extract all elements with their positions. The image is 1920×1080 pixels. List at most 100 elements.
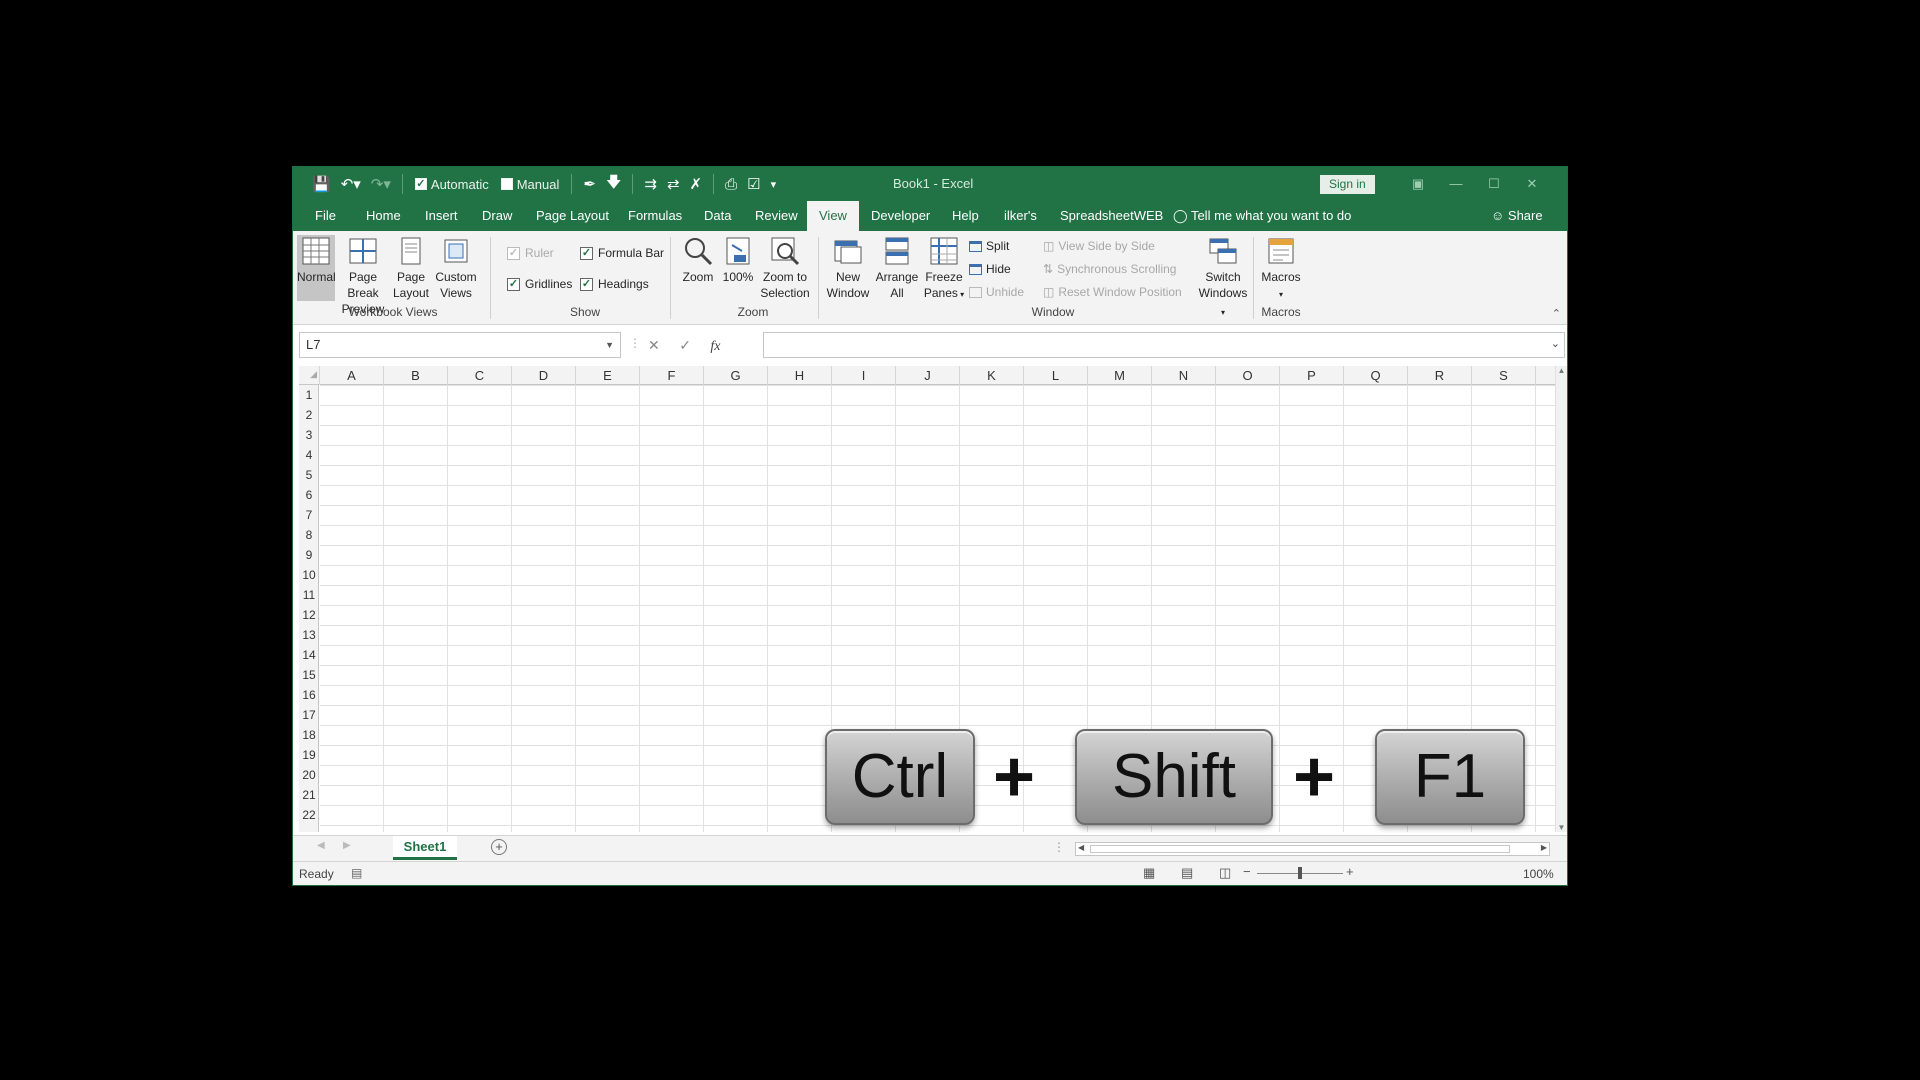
column-header[interactable]: Q <box>1344 366 1408 385</box>
zoom-to-selection-button[interactable]: Zoom to Selection <box>758 235 812 301</box>
column-header[interactable]: E <box>576 366 640 385</box>
column-header[interactable]: I <box>832 366 896 385</box>
row-header[interactable]: 13 <box>299 625 319 645</box>
column-header[interactable]: S <box>1472 366 1536 385</box>
ruler-checkbox[interactable]: ✓ Ruler <box>507 246 554 260</box>
brush-icon[interactable]: ✒ <box>578 167 601 201</box>
row-header[interactable]: 8 <box>299 525 319 545</box>
minimize-icon[interactable]: — <box>1441 167 1471 201</box>
name-box[interactable]: L7 ▼ <box>299 332 621 358</box>
check-icon[interactable]: ☑ <box>742 167 765 201</box>
row-header[interactable]: 19 <box>299 745 319 765</box>
column-header[interactable]: A <box>320 366 384 385</box>
row-header[interactable]: 5 <box>299 465 319 485</box>
tab-help[interactable]: Help <box>952 201 979 231</box>
macro-record-icon[interactable]: ▤ <box>351 866 362 880</box>
tell-me-search[interactable]: ◯ Tell me what you want to do <box>1173 201 1351 231</box>
row-header[interactable]: 11 <box>299 585 319 605</box>
ribbon-display-icon[interactable]: ▣ <box>1403 167 1433 201</box>
vertical-scrollbar[interactable]: ▲ ▼ <box>1555 366 1567 832</box>
add-sheet-icon[interactable]: + <box>491 839 507 855</box>
row-header[interactable]: 12 <box>299 605 319 625</box>
column-header[interactable]: N <box>1152 366 1216 385</box>
column-header[interactable]: J <box>896 366 960 385</box>
customize-qat-icon[interactable]: ▾ <box>766 167 782 201</box>
headings-checkbox[interactable]: ✓ Headings <box>580 277 649 291</box>
tab-file[interactable]: File <box>315 201 336 231</box>
print-preview-icon[interactable]: ⎙ <box>720 167 742 201</box>
zoom-out-icon[interactable]: − <box>1243 864 1251 879</box>
enter-icon[interactable]: ✓ <box>679 337 691 353</box>
tab-developer[interactable]: Developer <box>871 201 930 231</box>
tab-review[interactable]: Review <box>755 201 798 231</box>
tab-view[interactable]: View <box>807 201 859 231</box>
arrow-down-icon[interactable]: 🡇 <box>601 167 626 201</box>
row-header[interactable]: 17 <box>299 705 319 725</box>
page-layout-button[interactable]: Page Layout <box>391 235 431 301</box>
tab-page-layout[interactable]: Page Layout <box>536 201 609 231</box>
horizontal-scrollbar[interactable]: ◀ ▶ <box>1075 842 1550 856</box>
name-box-dropdown-icon[interactable]: ▼ <box>605 333 614 357</box>
scroll-up-icon[interactable]: ▲ <box>1556 366 1567 375</box>
column-header[interactable]: F <box>640 366 704 385</box>
sign-in-button[interactable]: Sign in <box>1320 175 1375 194</box>
save-icon[interactable]: 💾 <box>307 167 336 201</box>
row-header[interactable]: 3 <box>299 425 319 445</box>
hide-button[interactable]: Hide <box>969 262 1011 276</box>
trace-precedents-icon[interactable]: ⇉ <box>639 167 662 201</box>
horizontal-scroll-thumb[interactable] <box>1090 845 1510 853</box>
redo-icon[interactable]: ↷▾ <box>366 167 396 201</box>
zoom-slider-thumb[interactable] <box>1298 867 1302 879</box>
next-sheet-icon[interactable]: ▶ <box>343 840 351 851</box>
tab-ilkers[interactable]: ilker's <box>1004 201 1037 231</box>
tab-split-grip-icon[interactable]: ⋮ <box>1053 840 1065 854</box>
column-header[interactable]: H <box>768 366 832 385</box>
row-header[interactable]: 15 <box>299 665 319 685</box>
column-header[interactable]: C <box>448 366 512 385</box>
zoom-button[interactable]: Zoom <box>678 235 718 285</box>
trace-dependents-icon[interactable]: ⇄ <box>662 167 685 201</box>
prev-sheet-icon[interactable]: ◀ <box>317 840 325 851</box>
column-header[interactable]: R <box>1408 366 1472 385</box>
insert-function-button[interactable]: fx <box>710 339 720 354</box>
page-break-status-icon[interactable]: ◫ <box>1219 865 1231 881</box>
row-header[interactable]: 10 <box>299 565 319 585</box>
switch-windows-button[interactable]: Switch Windows ▾ <box>1197 235 1249 321</box>
split-button[interactable]: Split <box>969 239 1009 253</box>
zoom-100-button[interactable]: 100% <box>720 235 756 285</box>
row-header[interactable]: 6 <box>299 485 319 505</box>
synchronous-scrolling-button[interactable]: ⇅ Synchronous Scrolling <box>1043 262 1176 276</box>
collapse-ribbon-icon[interactable]: ⌃ <box>1552 307 1561 320</box>
column-header[interactable]: B <box>384 366 448 385</box>
row-header[interactable]: 14 <box>299 645 319 665</box>
tab-spreadsheetweb[interactable]: SpreadsheetWEB <box>1060 201 1163 231</box>
row-header[interactable]: 2 <box>299 405 319 425</box>
row-header[interactable]: 22 <box>299 805 319 825</box>
undo-icon[interactable]: ↶▾ <box>336 167 366 201</box>
gridlines-checkbox[interactable]: ✓ Gridlines <box>507 277 572 291</box>
page-layout-status-icon[interactable]: ▤ <box>1181 865 1193 881</box>
normal-view-button[interactable]: Normal <box>297 235 336 301</box>
tab-home[interactable]: Home <box>366 201 401 231</box>
column-header[interactable]: G <box>704 366 768 385</box>
remove-arrows-icon[interactable]: ✗ <box>685 167 708 201</box>
share-button[interactable]: ☺ Share <box>1491 201 1543 231</box>
freeze-panes-button[interactable]: Freeze Panes ▾ <box>923 235 965 303</box>
unhide-button[interactable]: Unhide <box>969 285 1024 299</box>
new-window-button[interactable]: New Window <box>823 235 873 301</box>
select-all-corner[interactable]: ◢ <box>299 366 320 385</box>
row-header[interactable]: 4 <box>299 445 319 465</box>
macros-button[interactable]: Macros ▾ <box>1259 235 1303 303</box>
row-header[interactable]: 7 <box>299 505 319 525</box>
sheet-tab-sheet1[interactable]: Sheet1 <box>393 836 457 860</box>
zoom-in-icon[interactable]: + <box>1346 864 1354 879</box>
row-header[interactable]: 18 <box>299 725 319 745</box>
cancel-icon[interactable]: ✕ <box>648 337 660 353</box>
row-header[interactable]: 20 <box>299 765 319 785</box>
column-header[interactable]: D <box>512 366 576 385</box>
scroll-left-icon[interactable]: ◀ <box>1078 843 1084 852</box>
automatic-checkbox[interactable]: ✓ Automatic <box>409 177 495 192</box>
tab-draw[interactable]: Draw <box>482 201 512 231</box>
tab-formulas[interactable]: Formulas <box>628 201 682 231</box>
column-header[interactable]: P <box>1280 366 1344 385</box>
